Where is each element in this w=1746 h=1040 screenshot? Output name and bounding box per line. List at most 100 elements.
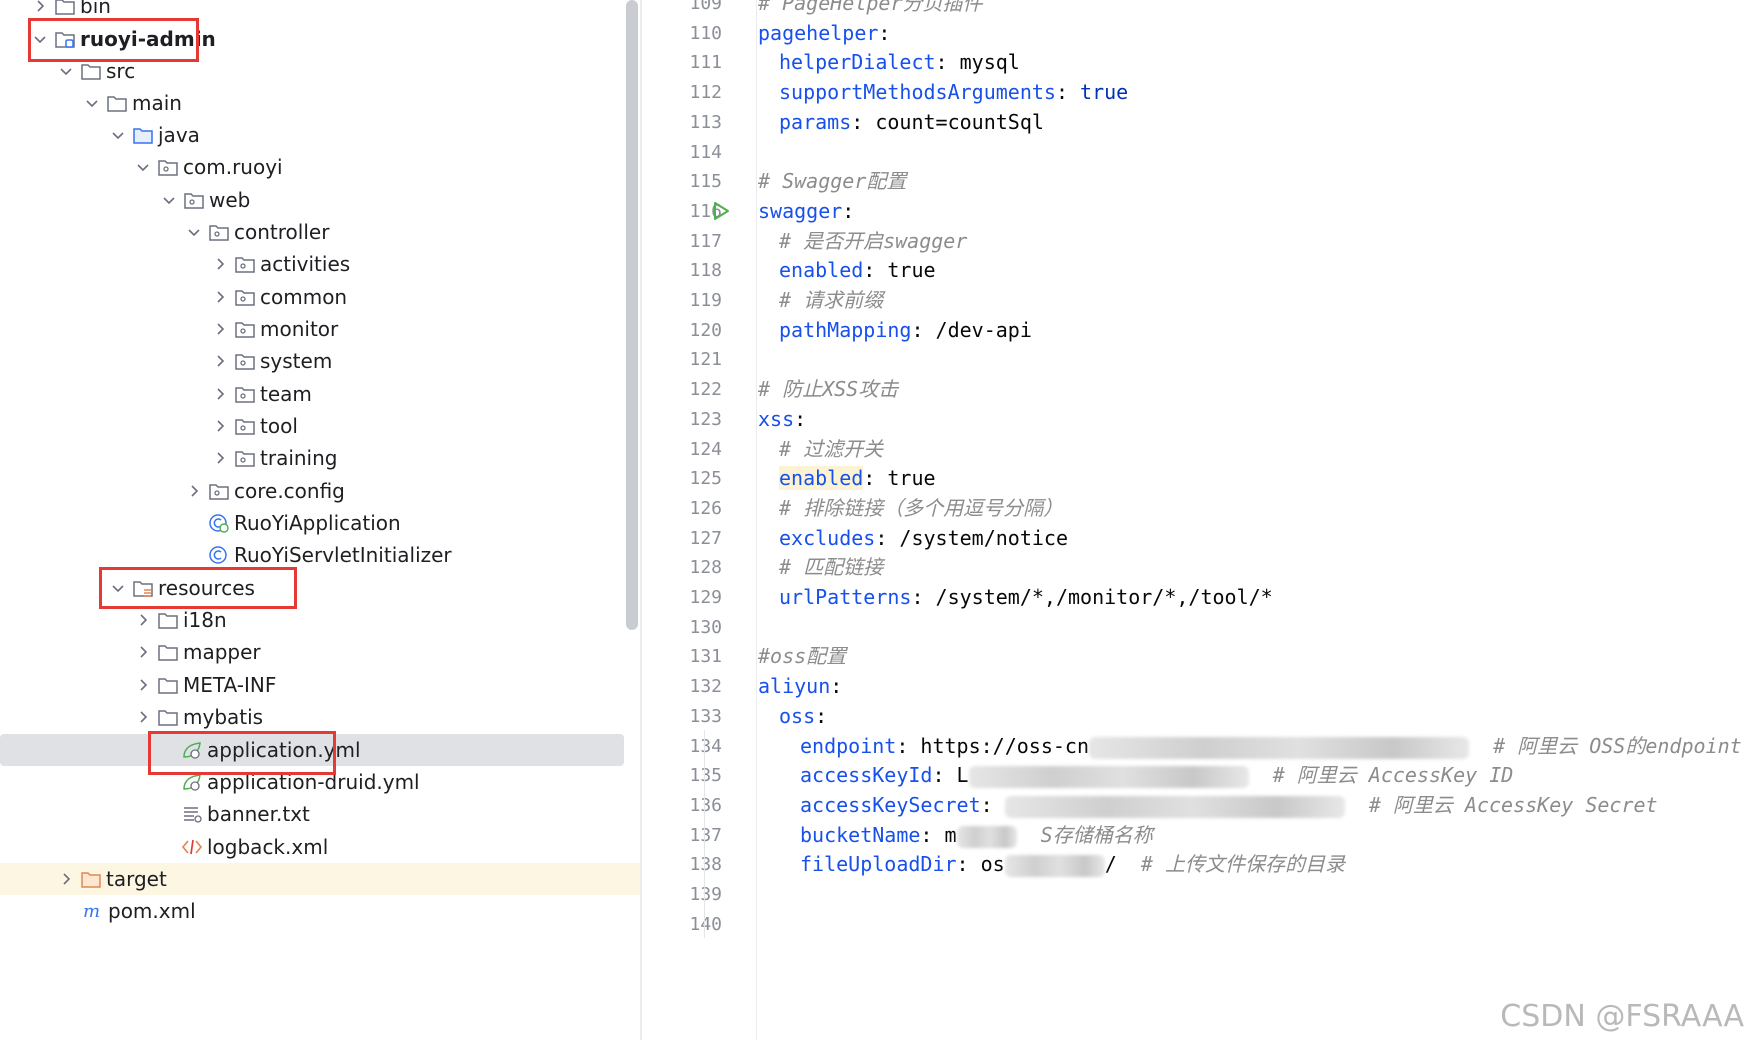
- code-line[interactable]: #oss配置: [758, 640, 846, 673]
- tree-item-tool[interactable]: tool: [0, 410, 298, 442]
- code-line[interactable]: supportMethodsArguments: true: [779, 76, 1128, 109]
- package-icon: [155, 151, 181, 183]
- tree-item-label: bin: [80, 0, 111, 18]
- chevron-right-icon[interactable]: [131, 701, 155, 733]
- yaml-comment: # 排除链接（多个用逗号分隔）: [779, 496, 1064, 520]
- tree-item-label: banner.txt: [207, 802, 310, 826]
- code-line[interactable]: # 请求前缀: [779, 284, 883, 317]
- tree-item-label: com.ruoyi: [183, 155, 283, 179]
- yaml-comment: # Swagger配置: [758, 169, 907, 193]
- chevron-right-icon[interactable]: [131, 669, 155, 701]
- line-number: 133: [689, 706, 722, 727]
- code-line[interactable]: swagger:: [758, 195, 854, 228]
- tree-item-monitor[interactable]: monitor: [0, 313, 338, 345]
- code-line[interactable]: helperDialect: mysql: [779, 46, 1020, 79]
- tree-item-common[interactable]: common: [0, 281, 347, 313]
- code-line[interactable]: enabled: true: [779, 462, 936, 495]
- chevron-right-icon[interactable]: [208, 442, 232, 474]
- tree-item-target[interactable]: target: [0, 863, 640, 895]
- line-number: 139: [689, 884, 722, 905]
- chevron-down-icon[interactable]: [131, 151, 155, 183]
- code-line[interactable]: # 匹配链接: [779, 551, 883, 584]
- highlight-box-application-yml: [148, 731, 336, 775]
- yaml-colon: :: [875, 526, 900, 550]
- tree-item-main[interactable]: main: [0, 87, 182, 119]
- chevron-down-icon[interactable]: [157, 184, 181, 216]
- tree-item-ruoyiapplication[interactable]: RuoYiApplication: [0, 507, 401, 539]
- yaml-value: m: [944, 823, 957, 847]
- code-line[interactable]: xss:: [758, 403, 806, 436]
- code-line[interactable]: params: count=countSql: [779, 106, 1044, 139]
- code-line[interactable]: accessKeyId: L # 阿里云 AccessKey ID: [800, 759, 1513, 792]
- tree-scrollbar[interactable]: [626, 0, 638, 630]
- tree-item-meta-inf[interactable]: META-INF: [0, 669, 276, 701]
- redacted-value: [1004, 854, 1105, 877]
- yaml-key: bucketName: [800, 823, 921, 847]
- tree-item-mapper[interactable]: mapper: [0, 636, 261, 668]
- chevron-right-icon[interactable]: [208, 410, 232, 442]
- yaml-comment: # 是否开启swagger: [779, 229, 968, 253]
- redacted-value: [1004, 795, 1345, 818]
- chevron-down-icon[interactable]: [182, 216, 206, 248]
- tree-item-label: java: [158, 123, 200, 147]
- chevron-right-icon[interactable]: [208, 313, 232, 345]
- chevron-down-icon[interactable]: [80, 87, 104, 119]
- chevron-right-icon[interactable]: [208, 378, 232, 410]
- tree-item-com-ruoyi[interactable]: com.ruoyi: [0, 151, 283, 183]
- tree-item-system[interactable]: system: [0, 345, 332, 377]
- tree-item-team[interactable]: team: [0, 378, 312, 410]
- code-line[interactable]: oss:: [779, 700, 827, 733]
- tree-item-label: system: [260, 349, 333, 373]
- watermark: CSDN @FSRAAA: [1500, 999, 1744, 1034]
- line-number: 115: [689, 171, 722, 192]
- folder-icon: [155, 701, 181, 733]
- code-editor[interactable]: 109 110 111 112 113 114 115 116 117 118 119 120 121 1…: [642, 0, 1746, 1040]
- tree-item-activities[interactable]: activities: [0, 248, 350, 280]
- highlight-box-ruoyi-admin: [28, 18, 199, 62]
- tree-item-core-config[interactable]: core.config: [0, 475, 345, 507]
- run-icon[interactable]: [710, 200, 732, 222]
- chevron-right-icon[interactable]: [182, 475, 206, 507]
- redacted-value: [956, 825, 1017, 848]
- line-number: 128: [689, 557, 722, 578]
- tree-item-pom-xml[interactable]: m pom.xml: [0, 895, 196, 927]
- yaml-key: accessKeySecret: [800, 793, 981, 817]
- code-line[interactable]: # 排除链接（多个用逗号分隔）: [779, 492, 1063, 525]
- code-line[interactable]: accessKeySecret: # 阿里云 AccessKey Secret: [800, 789, 1658, 822]
- tree-item-label: META-INF: [183, 673, 277, 697]
- yaml-value: /system/notice: [899, 526, 1068, 550]
- yaml-comment: # PageHelper分页插件: [758, 0, 983, 15]
- code-line[interactable]: aliyun:: [758, 670, 842, 703]
- chevron-right-icon[interactable]: [208, 281, 232, 313]
- tree-item-controller[interactable]: controller: [0, 216, 329, 248]
- code-line[interactable]: enabled: true: [779, 254, 936, 287]
- chevron-down-icon[interactable]: [106, 119, 130, 151]
- yaml-colon: :: [794, 407, 807, 431]
- yaml-colon: :: [911, 585, 936, 609]
- tree-item-training[interactable]: training: [0, 442, 337, 474]
- code-line[interactable]: urlPatterns: /system/*,/monitor/*,/tool/…: [779, 581, 1273, 614]
- code-line[interactable]: pathMapping: /dev-api: [779, 314, 1032, 347]
- chevron-right-icon[interactable]: [208, 345, 232, 377]
- code-line[interactable]: fileUploadDir: os / # 上传文件保存的目录: [800, 848, 1345, 881]
- tree-item-logback-xml[interactable]: logback.xml: [0, 831, 328, 863]
- chevron-right-icon[interactable]: [208, 248, 232, 280]
- chevron-right-icon[interactable]: [54, 863, 78, 895]
- yaml-value: L: [956, 763, 969, 787]
- gutter-divider: [756, 0, 757, 1040]
- line-number: 118: [689, 260, 722, 281]
- tree-item-web[interactable]: web: [0, 184, 250, 216]
- line-number: 132: [689, 676, 722, 697]
- yaml-colon: :: [980, 793, 1005, 817]
- tree-item-mybatis[interactable]: mybatis: [0, 701, 263, 733]
- yaml-key: supportMethodsArguments: [779, 80, 1056, 104]
- tree-item-label: mapper: [183, 640, 261, 664]
- tree-item-banner-txt[interactable]: banner.txt: [0, 798, 310, 830]
- yaml-value: count=countSql: [875, 110, 1044, 134]
- line-number: 136: [689, 795, 722, 816]
- chevron-right-icon[interactable]: [131, 636, 155, 668]
- yaml-comment: S存储桶名称: [1040, 823, 1153, 847]
- code-line[interactable]: # Swagger配置: [758, 165, 906, 198]
- tree-item-java[interactable]: java: [0, 119, 200, 151]
- code-line[interactable]: # 防止XSS攻击: [758, 373, 898, 406]
